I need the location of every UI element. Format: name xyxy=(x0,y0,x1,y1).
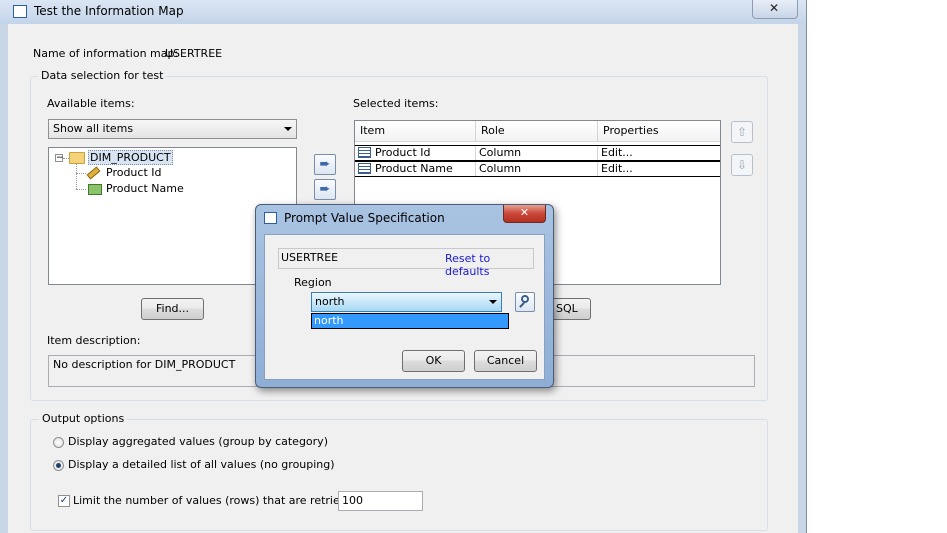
folder-icon xyxy=(69,152,85,164)
cancel-button-label: Cancel xyxy=(486,354,525,367)
window-title: Test the Information Map xyxy=(34,4,184,18)
prompt-header-box: USERTREE Reset to defaults xyxy=(278,248,534,278)
column-header-role[interactable]: Role xyxy=(476,121,598,141)
find-button[interactable]: Find... xyxy=(141,298,204,320)
reset-defaults-link[interactable]: Reset to defaults xyxy=(445,252,533,278)
search-values-button[interactable] xyxy=(515,292,535,312)
column-header-properties[interactable]: Properties xyxy=(598,121,720,141)
table-row[interactable]: Product Name Column Edit... xyxy=(355,161,720,177)
limit-label[interactable]: Limit the number of values (rows) that a… xyxy=(73,494,364,507)
cell-properties-link[interactable]: Edit... xyxy=(598,162,720,176)
arrow-up-icon: ⇧ xyxy=(736,125,748,139)
prompt-header-name: USERTREE xyxy=(281,251,339,264)
radio-aggregated[interactable] xyxy=(53,437,64,448)
limit-checkbox[interactable]: ✓ xyxy=(58,495,70,507)
map-name-label: Name of information map: xyxy=(33,47,179,60)
tree-collapse-toggle[interactable]: − xyxy=(55,154,64,163)
chevron-down-icon xyxy=(489,300,497,304)
column-header-item[interactable]: Item xyxy=(355,121,476,141)
arrow-right-icon: ➨ xyxy=(319,157,331,172)
find-button-label: Find... xyxy=(155,302,190,315)
available-filter-value: Show all items xyxy=(53,122,134,135)
region-label: Region xyxy=(294,276,332,289)
close-icon: ✕ xyxy=(769,1,780,15)
limit-value: 100 xyxy=(342,494,363,507)
add-item-button[interactable]: ➨ xyxy=(314,154,336,175)
move-down-button[interactable]: ⇩ xyxy=(731,154,753,176)
region-option-label: north xyxy=(314,314,344,327)
cell-item-text: Product Name xyxy=(375,162,453,175)
selected-items-label: Selected items: xyxy=(353,97,439,110)
window-icon xyxy=(13,5,27,18)
radio-detailed-label[interactable]: Display a detailed list of all values (n… xyxy=(68,458,335,471)
close-icon: ✕ xyxy=(519,206,530,219)
tree-node-product-name[interactable]: Product Name xyxy=(87,181,227,197)
cancel-button[interactable]: Cancel xyxy=(474,350,537,372)
chevron-down-icon xyxy=(284,127,292,131)
map-name-value: USERTREE xyxy=(165,47,223,60)
radio-aggregated-label[interactable]: Display aggregated values (group by cate… xyxy=(68,435,328,448)
ok-button-label: OK xyxy=(425,354,442,367)
cell-role: Column xyxy=(476,162,598,176)
data-selection-label: Data selection for test xyxy=(38,69,167,82)
cell-item-text: Product Id xyxy=(375,146,431,159)
limit-input[interactable]: 100 xyxy=(338,491,423,511)
prompt-dialog: Prompt Value Specification ✕ USERTREE Re… xyxy=(255,204,554,388)
tree-line xyxy=(76,173,86,174)
tree-node-label: Product Name xyxy=(106,182,184,195)
cell-role: Column xyxy=(476,146,598,160)
arrow-down-icon: ⇩ xyxy=(736,158,748,172)
cell-properties-link[interactable]: Edit... xyxy=(598,146,720,160)
region-select-value: north xyxy=(315,295,345,308)
checkmark-icon: ✓ xyxy=(59,495,69,506)
dialog-icon xyxy=(264,212,277,224)
available-items-label: Available items: xyxy=(47,97,135,110)
cell-item: Product Id xyxy=(355,146,476,160)
cell-item: Product Name xyxy=(355,162,476,176)
arrow-right-icon: ➨ xyxy=(319,182,331,197)
tree-line xyxy=(76,189,86,190)
tree-node-label: Product Id xyxy=(106,166,162,179)
dialog-close-button[interactable]: ✕ xyxy=(503,205,546,223)
move-up-button[interactable]: ⇧ xyxy=(731,121,753,143)
dialog-body: USERTREE Reset to defaults Region north … xyxy=(264,234,545,380)
key-icon xyxy=(86,166,101,180)
table-header: Item Role Properties xyxy=(355,121,720,142)
add-all-button[interactable]: ➨ xyxy=(314,179,336,200)
output-options-label: Output options xyxy=(39,412,128,425)
item-description-label: Item description: xyxy=(47,334,141,347)
tree-root-label: DIM_PRODUCT xyxy=(88,150,173,165)
column-icon xyxy=(358,163,371,174)
sql-button-label: SQL xyxy=(556,302,578,315)
main-titlebar: Test the Information Map ✕ xyxy=(0,0,806,24)
radio-detailed[interactable] xyxy=(53,460,64,471)
tree-line xyxy=(76,163,77,189)
item-description-text: No description for DIM_PRODUCT xyxy=(53,358,236,371)
region-select[interactable]: north xyxy=(311,292,502,312)
region-dropdown-option[interactable]: north xyxy=(311,313,509,329)
ok-button[interactable]: OK xyxy=(402,350,465,372)
column-icon xyxy=(358,147,371,158)
table-row[interactable]: Product Id Column Edit... xyxy=(355,145,720,161)
dialog-title: Prompt Value Specification xyxy=(284,211,445,225)
close-button[interactable]: ✕ xyxy=(752,0,798,19)
column-icon xyxy=(88,184,102,195)
tree-node-product-id[interactable]: Product Id xyxy=(86,165,227,181)
available-items-filter[interactable]: Show all items xyxy=(48,119,297,139)
